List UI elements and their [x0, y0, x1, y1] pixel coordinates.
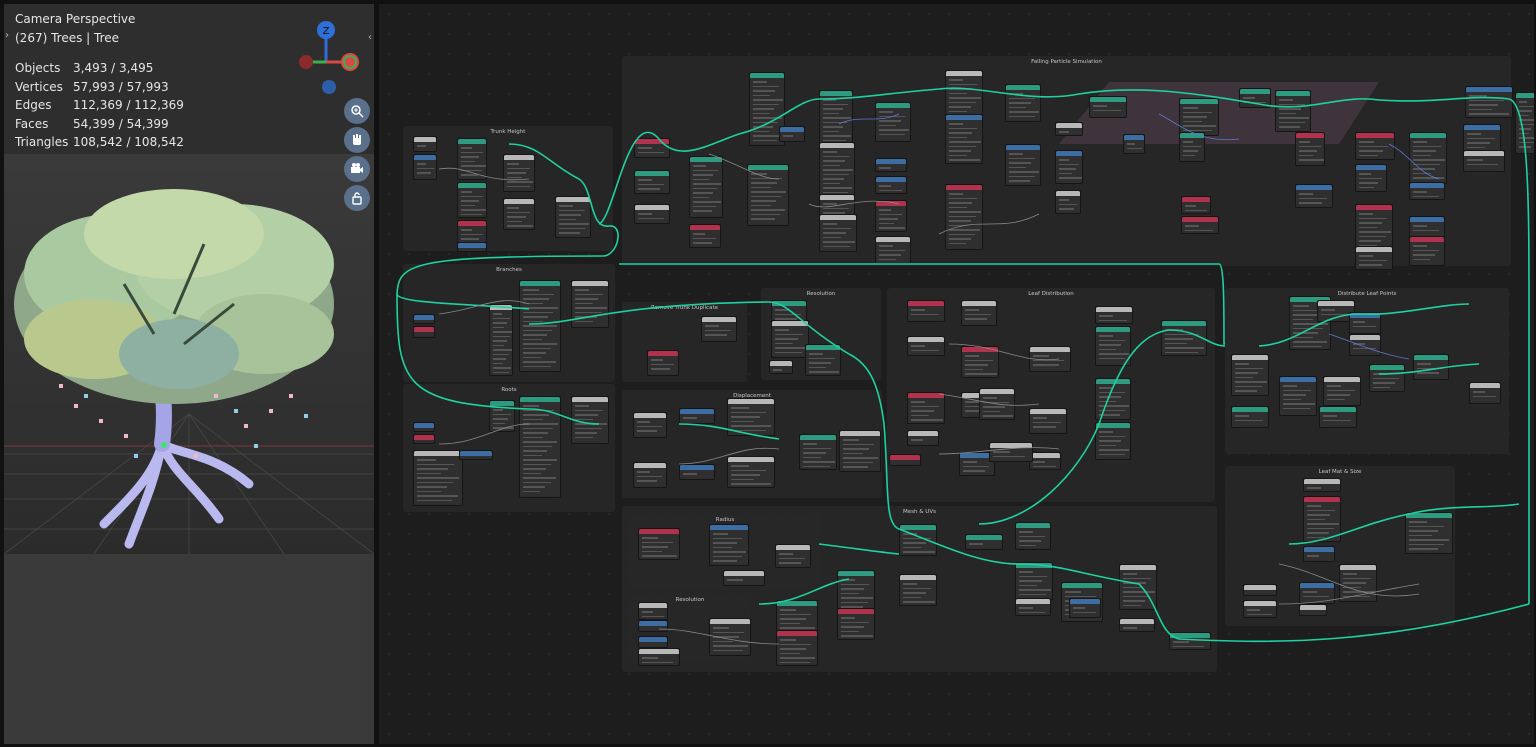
hand-pan-icon[interactable]	[344, 127, 370, 153]
camera-icon[interactable]	[344, 156, 370, 182]
stat-row: Edges 112,369 / 112,369	[15, 98, 184, 112]
stat-row: Objects 3,493 / 3,495	[15, 61, 154, 75]
scene-statistics: Objects 3,493 / 3,495 Vertices 57,993 / 57…	[15, 59, 184, 152]
tree-render	[4, 189, 374, 554]
viewport-title: Camera Perspective	[15, 12, 136, 26]
stat-row: Vertices 57,993 / 57,993	[15, 79, 169, 94]
viewport-subtitle: (267) Trees | Tree	[15, 31, 120, 45]
zoom-icon[interactable]	[344, 98, 370, 124]
node-wires	[396, 87, 1530, 645]
sidebar-collapse-icon[interactable]: ‹	[368, 32, 372, 43]
lock-icon[interactable]	[344, 185, 370, 211]
stat-row: Triangles 108,542 / 108,542	[15, 135, 184, 149]
toolbar-expand-icon[interactable]: ›	[5, 30, 9, 41]
gizmo-z-label: Z	[323, 26, 330, 37]
stat-row: Faces 54,399 / 54,399	[15, 116, 169, 131]
viewport-floor-area	[4, 554, 374, 744]
geometry-node-editor[interactable]: Trunk Height Branches Roots Falling Part…	[379, 4, 1534, 744]
navigation-gizmo[interactable]: Z	[292, 14, 372, 104]
3d-viewport[interactable]: › Camera Perspective (267) Trees | Tree …	[4, 4, 374, 744]
